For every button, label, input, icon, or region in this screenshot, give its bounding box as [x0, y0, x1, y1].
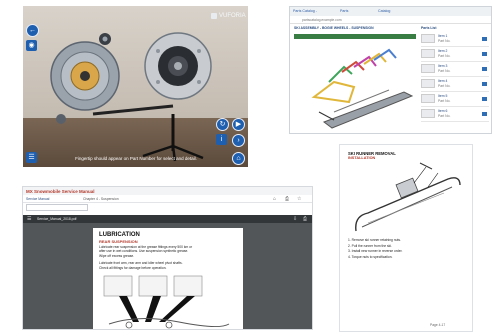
- brand-logo: VUFORIA: [211, 13, 246, 19]
- tab-2[interactable]: Parts: [340, 9, 348, 13]
- ar-scene-graphic: [50, 32, 212, 162]
- tab-3[interactable]: Catalog: [378, 9, 390, 13]
- refresh-button[interactable]: ↻: [216, 118, 229, 131]
- next-icon: ›: [237, 137, 240, 144]
- part-label: Item 1: [438, 34, 448, 38]
- part-label: Item 3: [438, 64, 448, 68]
- pdf-page: LUBRICATION REAR SUSPENSION Lubricate re…: [93, 228, 243, 329]
- add-to-cart-button[interactable]: [482, 67, 487, 71]
- page-number: Page 4-17: [430, 323, 446, 327]
- toolbar-strip: [294, 34, 416, 39]
- part-thumbnail: [421, 109, 435, 118]
- part-number-label: Part No.: [438, 69, 451, 73]
- pdf-viewer[interactable]: LUBRICATION REAR SUSPENSION Lubricate re…: [23, 223, 312, 329]
- part-thumbnail: [421, 34, 435, 43]
- breadcrumb: SKI ASSEMBLY - BOGIE WHEELS - SUSPENSION: [294, 26, 374, 30]
- play-button[interactable]: ▶: [232, 118, 245, 131]
- part-number-label: Part No.: [438, 39, 451, 43]
- ar-viewer-panel: VUFORIA ← ◉ ☰ ↻ ▶ i › ⌂ Fingertip should…: [23, 6, 248, 167]
- parts-list: Parts List Item 1 Part No. Item 2 Part No. I…: [421, 26, 489, 131]
- app-header: MX Snowmobile Service Manual: [23, 187, 312, 195]
- part-label: Item 6: [438, 109, 448, 113]
- address-bar[interactable]: partscatalog.example.com: [290, 16, 491, 24]
- info-icon: i: [220, 136, 223, 143]
- add-to-cart-button[interactable]: [482, 112, 487, 116]
- ar-caption: Fingertip should appear on Part Number f…: [75, 156, 197, 161]
- parts-list-item[interactable]: Item 2 Part No.: [421, 47, 489, 62]
- refresh-icon: ↻: [219, 121, 226, 128]
- doc-step: 4. Torque nuts to specification.: [348, 254, 393, 259]
- star-icon[interactable]: ☆: [297, 196, 301, 202]
- menu-icon: ☰: [28, 154, 35, 161]
- doc-subheading: INSTALLATION: [348, 156, 376, 160]
- pdf-toolbar: ☰ Service_Manual_2018.pdf ⇩ ⎙: [23, 215, 312, 223]
- print-icon[interactable]: ⎙: [285, 196, 289, 202]
- info-button[interactable]: i: [216, 134, 227, 145]
- parts-catalog-panel: Parts Catalog - Parts Catalog partscatal…: [289, 6, 492, 134]
- part-label: Item 4: [438, 79, 448, 83]
- camera-button[interactable]: ◉: [26, 40, 37, 51]
- tab-1[interactable]: Parts Catalog -: [293, 9, 317, 13]
- nav-chapter[interactable]: Chapter 4 - Suspension: [83, 197, 119, 201]
- parts-list-item[interactable]: Item 4 Part No.: [421, 77, 489, 92]
- app-title: MX Snowmobile Service Manual: [26, 188, 95, 194]
- camera-icon: ◉: [28, 42, 35, 49]
- home-button[interactable]: ⌂: [232, 152, 245, 165]
- part-label: Item 2: [438, 49, 448, 53]
- parts-list-item[interactable]: Item 6 Part No.: [421, 107, 489, 122]
- add-to-cart-button[interactable]: [482, 82, 487, 86]
- play-icon: ▶: [235, 121, 242, 128]
- parts-list-item[interactable]: Item 5 Part No.: [421, 92, 489, 107]
- part-thumbnail: [421, 64, 435, 73]
- pdf-filename: Service_Manual_2018.pdf: [37, 217, 77, 221]
- browser-tab-bar: Parts Catalog - Parts Catalog: [290, 7, 491, 16]
- part-label: Item 5: [438, 94, 448, 98]
- parts-list-item[interactable]: Item 1 Part No.: [421, 32, 489, 47]
- add-to-cart-button[interactable]: [482, 97, 487, 101]
- part-number-label: Part No.: [438, 99, 451, 103]
- nav-tab[interactable]: Service Manual: [26, 197, 49, 201]
- address-url: partscatalog.example.com: [302, 17, 342, 22]
- menu-button[interactable]: ☰: [26, 152, 37, 163]
- pdf-print-icon[interactable]: ⎙: [303, 216, 307, 222]
- back-button[interactable]: ←: [26, 24, 39, 37]
- add-to-cart-button[interactable]: [482, 37, 487, 41]
- part-number-label: Part No.: [438, 54, 451, 58]
- removal-document-panel: SKI RUNNER REMOVAL INSTALLATION 1. Remov…: [339, 144, 473, 332]
- search-input[interactable]: [26, 204, 88, 211]
- page-body: Lubricate rear suspension at the grease …: [99, 245, 237, 270]
- part-thumbnail: [421, 94, 435, 103]
- next-button[interactable]: ›: [232, 134, 245, 147]
- ski-runner-diagram: [355, 162, 461, 232]
- home-icon[interactable]: ⌂: [273, 196, 276, 202]
- parts-list-item[interactable]: Item 3 Part No.: [421, 62, 489, 77]
- brand-name: VUFORIA: [219, 13, 246, 19]
- pdf-menu-icon[interactable]: ☰: [27, 216, 31, 222]
- service-manual-panel: MX Snowmobile Service Manual Service Man…: [22, 186, 313, 330]
- brand-logo-icon: [211, 13, 217, 19]
- body-line: Check all fittings for damage before ope…: [99, 265, 167, 270]
- part-number-label: Part No.: [438, 114, 451, 118]
- parts-list-header: Parts List: [421, 26, 437, 30]
- page-heading: LUBRICATION: [99, 232, 140, 238]
- back-icon: ←: [29, 27, 36, 34]
- lubrication-diagram: [103, 275, 230, 329]
- exploded-parts-diagram[interactable]: [294, 42, 418, 130]
- doc-steps: 1. Remove ski runner retaining nuts. 2. …: [348, 238, 466, 260]
- part-thumbnail: [421, 79, 435, 88]
- add-to-cart-button[interactable]: [482, 52, 487, 56]
- pdf-download-icon[interactable]: ⇩: [293, 216, 297, 222]
- part-thumbnail: [421, 49, 435, 58]
- home-icon: ⌂: [236, 155, 241, 162]
- page-subheading: REAR SUSPENSION: [99, 239, 138, 244]
- nav-bar: Service Manual Chapter 4 - Suspension ⌂ …: [23, 195, 312, 203]
- part-number-label: Part No.: [438, 84, 451, 88]
